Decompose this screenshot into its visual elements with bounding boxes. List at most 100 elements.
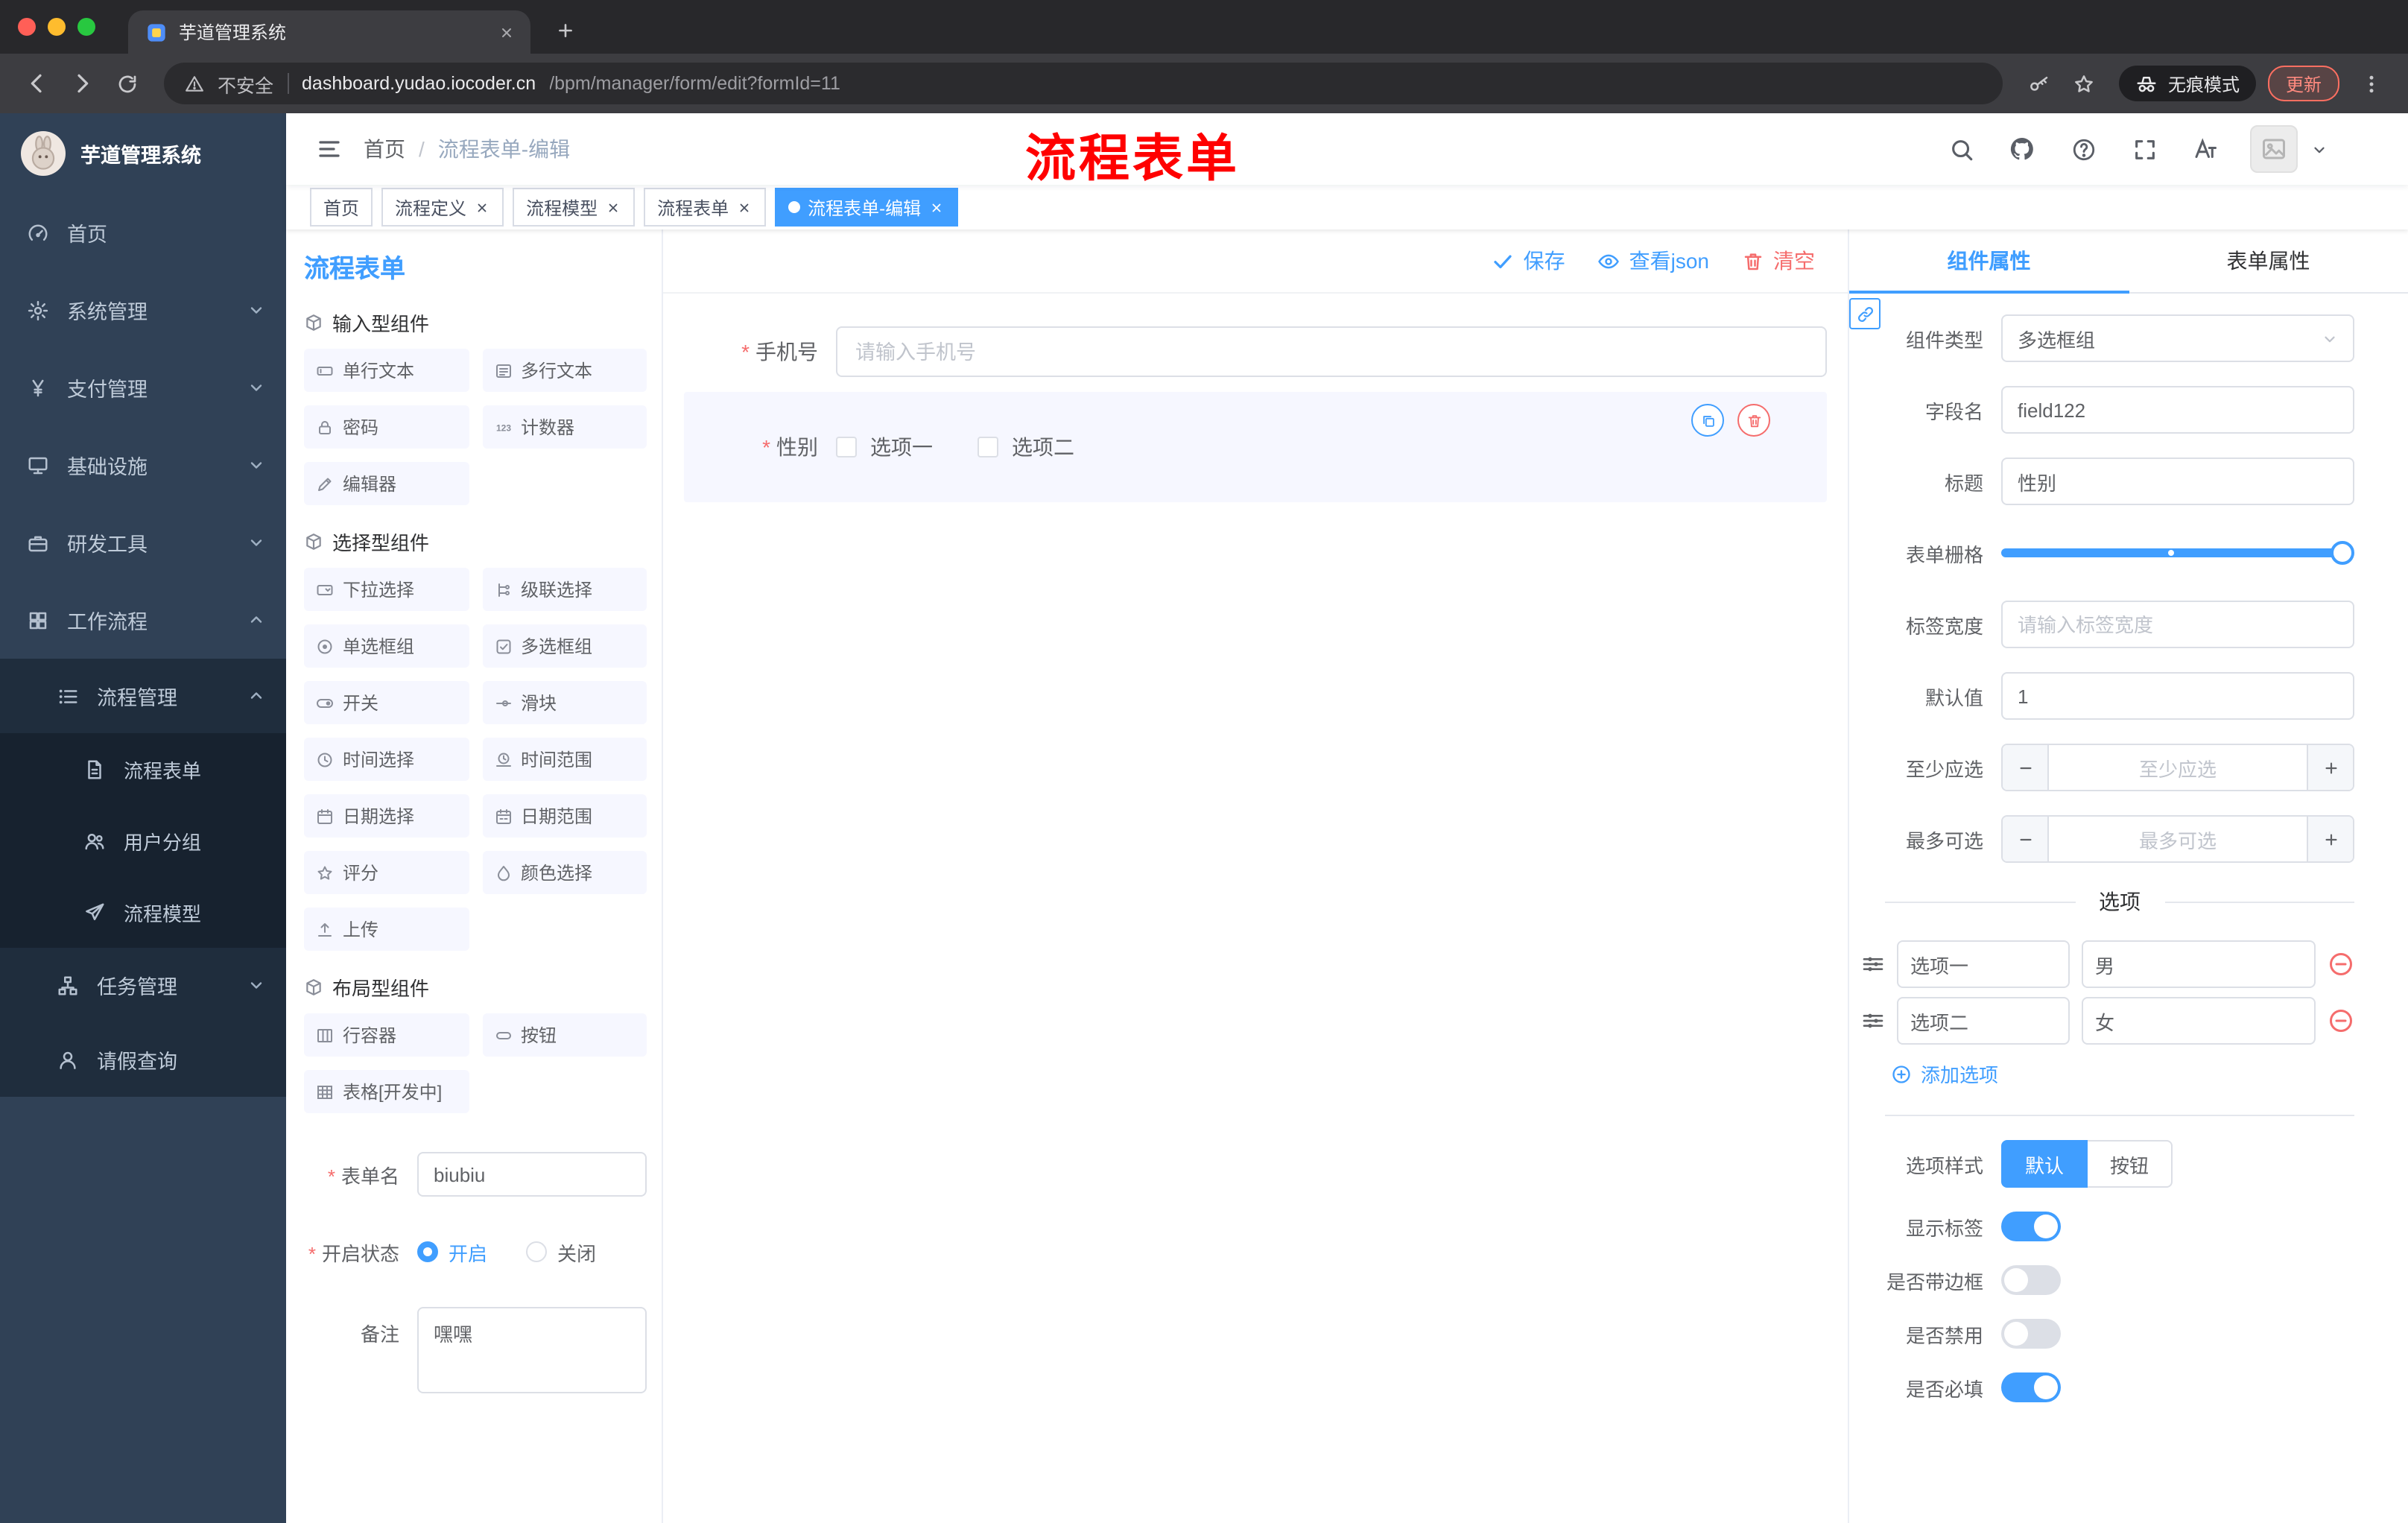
disabled-switch[interactable] [2001, 1319, 2061, 1349]
sidebar-item-workflow[interactable]: 工作流程 [0, 581, 286, 659]
title-input[interactable] [2001, 457, 2354, 505]
tag-close-icon[interactable] [605, 199, 621, 215]
style-button-button[interactable]: 按钮 [2088, 1140, 2173, 1188]
option-1-value-input[interactable] [2082, 940, 2316, 988]
chrome-update-button[interactable]: 更新 [2267, 66, 2339, 101]
sidebar-item-process-management[interactable]: 流程管理 [0, 659, 286, 733]
slider-handle[interactable] [2331, 541, 2354, 565]
font-size-icon[interactable] [2189, 133, 2222, 165]
palette-item-color-picker[interactable]: 颜色选择 [482, 851, 647, 894]
add-option-button[interactable]: 添加选项 [1891, 1060, 2354, 1088]
reload-button[interactable] [104, 61, 149, 106]
option-2-label-input[interactable] [1897, 997, 2070, 1045]
palette-item-radio-group[interactable]: 单选框组 [304, 624, 469, 668]
palette-item-switch[interactable]: 开关 [304, 681, 469, 724]
tab-form-props[interactable]: 表单属性 [2129, 229, 2408, 292]
stepper-decrease-button[interactable] [2003, 745, 2049, 790]
user-avatar[interactable] [2250, 125, 2298, 173]
palette-item-cascader[interactable]: 级联选择 [482, 568, 647, 611]
window-minimize-button[interactable] [48, 18, 66, 36]
sidebar-item-devtools[interactable]: 研发工具 [0, 504, 286, 581]
gender-option-1[interactable]: 选项一 [836, 432, 933, 462]
palette-item-multi-line-text[interactable]: 多行文本 [482, 349, 647, 392]
min-select-value[interactable]: 至少应选 [2049, 745, 2307, 790]
palette-item-rate[interactable]: 评分 [304, 851, 469, 894]
tag-process-form[interactable]: 流程表单 [644, 188, 767, 227]
sidebar-item-user-group[interactable]: 用户分组 [0, 805, 286, 876]
sidebar-item-payment[interactable]: 支付管理 [0, 349, 286, 426]
tab-component-props[interactable]: 组件属性 [1849, 229, 2129, 294]
view-json-button[interactable]: 查看json [1598, 246, 1709, 276]
palette-item-counter[interactable]: 计数器 [482, 405, 647, 449]
palette-item-time-range[interactable]: 时间范围 [482, 738, 647, 781]
palette-item-table-dev[interactable]: 表格[开发中] [304, 1070, 469, 1113]
tag-close-icon[interactable] [928, 199, 945, 215]
tag-close-icon[interactable] [736, 199, 752, 215]
checkbox-box[interactable] [978, 437, 998, 457]
stepper-decrease-button[interactable] [2003, 817, 2049, 861]
status-radio-off[interactable]: 关闭 [526, 1238, 596, 1266]
browser-tab[interactable]: 芋道管理系统 [128, 10, 530, 54]
stepper-increase-button[interactable] [2307, 817, 2353, 861]
breadcrumb-home[interactable]: 首页 [364, 134, 405, 164]
label-width-input[interactable] [2001, 601, 2354, 648]
tag-process-definition[interactable]: 流程定义 [381, 188, 504, 227]
drag-handle-icon[interactable] [1861, 1009, 1885, 1033]
form-name-input[interactable] [417, 1152, 647, 1197]
forward-button[interactable] [60, 61, 104, 106]
new-tab-button[interactable] [545, 10, 584, 49]
remove-option-icon[interactable] [2328, 1007, 2354, 1034]
palette-item-row-container[interactable]: 行容器 [304, 1013, 469, 1057]
tag-process-model[interactable]: 流程模型 [513, 188, 636, 227]
palette-item-editor[interactable]: 编辑器 [304, 462, 469, 505]
required-switch[interactable] [2001, 1372, 2061, 1402]
github-icon[interactable] [2006, 133, 2038, 165]
show-label-switch[interactable] [2001, 1212, 2061, 1241]
tag-process-form-edit[interactable]: 流程表单-编辑 [775, 188, 959, 227]
tag-home[interactable]: 首页 [310, 188, 373, 227]
sidebar-item-infrastructure[interactable]: 基础设施 [0, 426, 286, 504]
checkbox-box[interactable] [836, 437, 857, 457]
palette-item-checkbox-group[interactable]: 多选框组 [482, 624, 647, 668]
form-remark-textarea[interactable] [417, 1307, 647, 1393]
gender-option-2[interactable]: 选项二 [978, 432, 1074, 462]
remove-option-icon[interactable] [2328, 951, 2354, 978]
window-zoom-button[interactable] [77, 18, 95, 36]
delete-field-button[interactable] [1737, 404, 1770, 437]
drag-handle-icon[interactable] [1861, 952, 1885, 976]
doc-link-button[interactable] [1849, 298, 1881, 329]
palette-item-date-range[interactable]: 日期范围 [482, 794, 647, 838]
component-type-select[interactable]: 多选框组 [2001, 314, 2354, 362]
sidebar-item-process-form[interactable]: 流程表单 [0, 733, 286, 805]
border-switch[interactable] [2001, 1265, 2061, 1295]
tag-close-icon[interactable] [474, 199, 490, 215]
sidebar-item-home[interactable]: 首页 [0, 194, 286, 271]
palette-item-single-line-text[interactable]: 单行文本 [304, 349, 469, 392]
clear-button[interactable]: 清空 [1742, 246, 1815, 276]
palette-item-password[interactable]: 密码 [304, 405, 469, 449]
canvas-field-gender[interactable]: 性别 选项一 选项二 [684, 392, 1827, 502]
phone-input[interactable] [836, 326, 1827, 377]
bookmark-star-icon[interactable] [2062, 61, 2107, 106]
option-2-value-input[interactable] [2082, 997, 2316, 1045]
stepper-increase-button[interactable] [2307, 745, 2353, 790]
status-radio-on[interactable]: 开启 [417, 1238, 487, 1266]
sidebar-item-system[interactable]: 系统管理 [0, 271, 286, 349]
back-button[interactable] [15, 61, 60, 106]
field-name-input[interactable] [2001, 386, 2354, 434]
browser-menu-icon[interactable] [2348, 61, 2393, 106]
max-select-value[interactable]: 最多可选 [2049, 817, 2307, 861]
option-1-label-input[interactable] [1897, 940, 2070, 988]
default-value-input[interactable] [2001, 672, 2354, 720]
palette-item-dropdown[interactable]: 下拉选择 [304, 568, 469, 611]
avatar-caret-icon[interactable] [2311, 141, 2328, 157]
window-close-button[interactable] [18, 18, 36, 36]
slider-track[interactable] [2001, 541, 2354, 565]
password-key-icon[interactable] [2018, 61, 2062, 106]
copy-field-button[interactable] [1691, 404, 1724, 437]
palette-item-time-picker[interactable]: 时间选择 [304, 738, 469, 781]
palette-item-upload[interactable]: 上传 [304, 908, 469, 951]
save-button[interactable]: 保存 [1492, 246, 1565, 276]
palette-item-button[interactable]: 按钮 [482, 1013, 647, 1057]
sidebar-item-process-model[interactable]: 流程模型 [0, 876, 286, 948]
